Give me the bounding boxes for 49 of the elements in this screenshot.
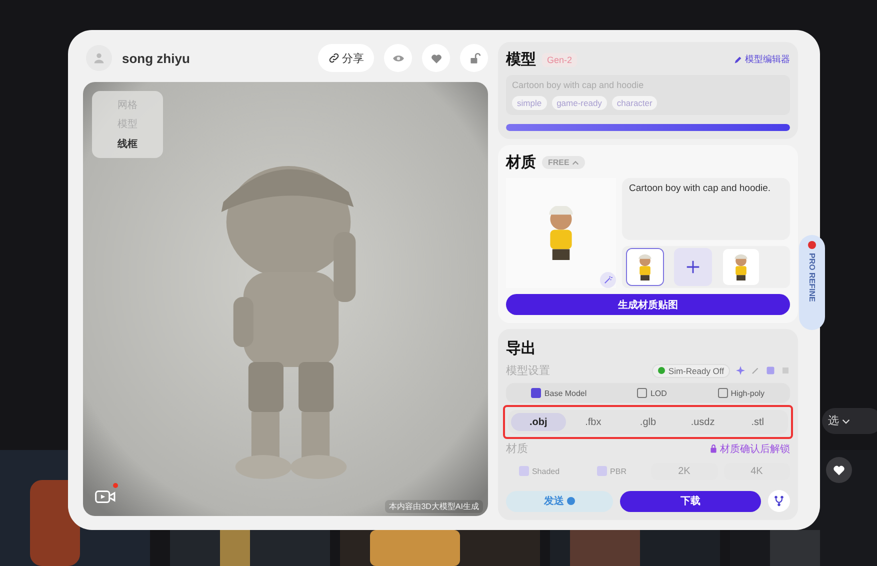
model-settings-label: 模型设置 (506, 364, 550, 378)
sparkle-icon[interactable] (736, 366, 745, 375)
chevron-up-icon (572, 161, 579, 165)
option-checkbox[interactable]: LOD (637, 388, 667, 398)
format-tab[interactable]: .fbx (566, 413, 621, 431)
reference-thumbnail[interactable] (722, 248, 760, 286)
section-title: 模型 (506, 50, 536, 69)
chevron-down-icon (842, 419, 850, 424)
option-checkbox[interactable]: PBR (578, 466, 645, 476)
pro-refine-tab[interactable]: PRO REFINE (799, 235, 825, 330)
option-checkbox[interactable]: Shaded (506, 466, 572, 476)
add-image-button[interactable] (674, 248, 712, 286)
plus-icon (686, 260, 700, 274)
model-editor-link[interactable]: 模型编辑器 (745, 53, 790, 66)
section-title: 导出 (506, 339, 537, 358)
sim-ready-toggle[interactable]: Sim-Ready Off (652, 364, 730, 378)
format-tab[interactable]: .obj (511, 413, 566, 431)
download-button[interactable]: 下载 (620, 490, 761, 512)
pencil-icon (734, 56, 742, 64)
option-checkbox[interactable]: High-poly (718, 388, 765, 398)
tag-chip[interactable]: game-ready (552, 96, 607, 110)
user-name: song zhiyu (122, 50, 190, 66)
lock-icon (710, 444, 717, 453)
format-tab[interactable]: .usdz (675, 413, 730, 431)
send-button[interactable]: 发送 (506, 490, 613, 512)
link-icon (328, 52, 340, 64)
version-badge: Gen-2 (542, 52, 578, 66)
section-title: 材质 (506, 153, 536, 172)
option-checkbox[interactable]: Base Model (531, 388, 587, 398)
lock-icon (468, 52, 480, 64)
format-tab[interactable]: .glb (620, 413, 676, 431)
material-label: 材质 (506, 442, 528, 456)
pencil-icon[interactable] (751, 366, 760, 375)
tag-chip[interactable]: character (612, 96, 658, 110)
reference-thumbnail[interactable] (626, 248, 664, 286)
eye-button[interactable] (384, 44, 412, 72)
lock-button[interactable] (460, 44, 488, 72)
avatar-icon (86, 45, 112, 71)
share-button[interactable]: 分享 (318, 44, 374, 72)
free-badge[interactable]: FREE (542, 156, 585, 169)
branch-icon[interactable] (768, 490, 790, 512)
heart-icon (430, 52, 442, 64)
format-tab[interactable]: .stl (730, 413, 785, 431)
generate-texture-button[interactable]: 生成材质贴图 (506, 294, 790, 315)
prompt-box[interactable]: Cartoon boy with cap and hoodie. (622, 178, 790, 240)
heart-button[interactable] (422, 44, 450, 72)
unlock-hint: 材质确认后解锁 (720, 442, 790, 456)
magic-wand-icon[interactable] (600, 272, 616, 288)
filter-dropdown[interactable]: 选 (822, 408, 877, 434)
